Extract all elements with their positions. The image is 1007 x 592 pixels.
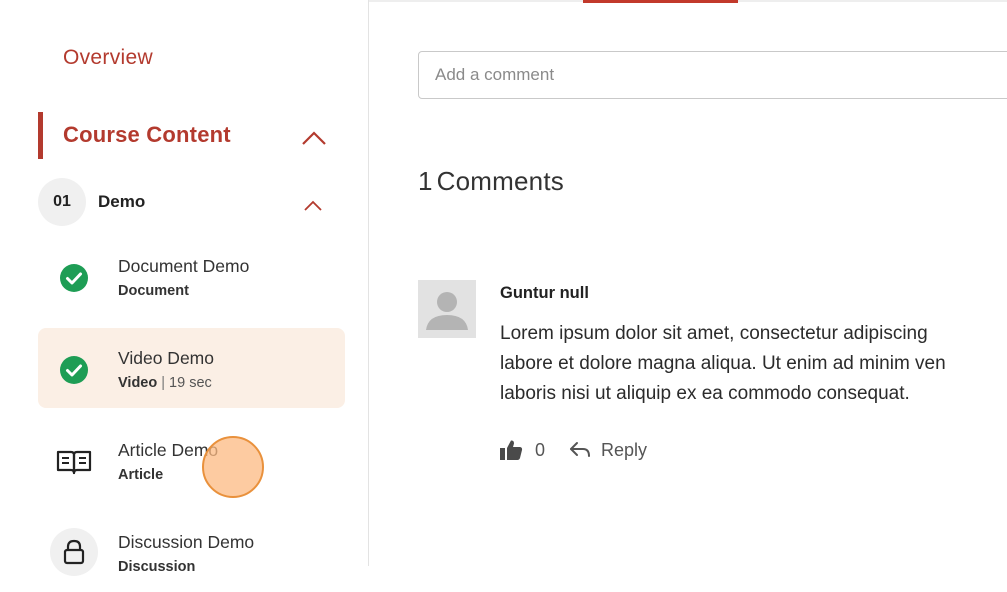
open-book-icon <box>54 442 94 482</box>
lesson-title: Video Demo <box>118 348 214 368</box>
meta-separator: | <box>161 375 170 391</box>
chevron-up-icon[interactable] <box>300 128 328 148</box>
comment-line: laboris nisi ut aliquip ex ea commodo co… <box>500 383 910 404</box>
user-placeholder-icon <box>426 292 468 330</box>
active-tab-indicator <box>583 0 738 3</box>
lesson-title: Discussion Demo <box>118 532 255 552</box>
check-circle-icon <box>54 350 94 390</box>
comments-count-heading: 1 Comments <box>418 166 564 197</box>
course-sidebar: Overview Course Content 01 Demo Document… <box>0 0 369 576</box>
add-comment-input[interactable] <box>418 51 1007 99</box>
lesson-item-article-demo[interactable]: Article Demo Article <box>38 420 345 500</box>
avatar <box>418 280 476 338</box>
comment-actions: 0 Reply <box>499 437 647 463</box>
comments-count: 1 <box>418 166 433 196</box>
like-button[interactable]: 0 <box>499 439 545 461</box>
comment-line: labore et dolore magna aliqua. Ut enim a… <box>500 353 946 374</box>
lesson-title: Document Demo <box>118 256 250 276</box>
lesson-meta: Discussion <box>118 559 195 575</box>
overview-link[interactable]: Overview <box>63 46 153 70</box>
lesson-type: Article <box>118 467 164 483</box>
reply-button[interactable]: Reply <box>569 440 647 461</box>
lesson-title: Article Demo <box>118 440 219 460</box>
thumbs-up-icon <box>500 440 523 460</box>
lesson-type: Video <box>118 375 158 391</box>
lesson-item-discussion-demo[interactable]: Discussion Demo Discussion <box>38 512 345 592</box>
lesson-duration: 19 sec <box>169 375 212 391</box>
comments-count-label: Comments <box>436 166 564 196</box>
lesson-item-document-demo[interactable]: Document Demo Document <box>38 236 345 316</box>
reply-arrow-icon <box>570 442 591 457</box>
lesson-type: Discussion <box>118 559 196 575</box>
check-circle-icon <box>54 258 94 298</box>
course-content-heading[interactable]: Course Content <box>63 122 231 148</box>
comment-line: Lorem ipsum dolor sit amet, consectetur … <box>500 323 928 344</box>
chevron-up-icon[interactable] <box>302 197 324 213</box>
lesson-type: Document <box>118 283 189 299</box>
module-title[interactable]: Demo <box>98 192 145 212</box>
lesson-meta: Document <box>118 283 189 299</box>
reply-label: Reply <box>601 439 648 460</box>
active-section-indicator <box>38 112 43 159</box>
lesson-meta: Video | 19 sec <box>118 375 212 391</box>
comment-body: Lorem ipsum dolor sit amet, consectetur … <box>500 319 1007 409</box>
comment-author: Guntur null <box>500 284 589 302</box>
lesson-item-video-demo[interactable]: Video Demo Video | 19 sec <box>38 328 345 408</box>
module-number-badge: 01 <box>38 178 86 226</box>
lock-icon <box>50 528 98 576</box>
like-count: 0 <box>535 439 546 460</box>
lesson-meta: Article <box>118 467 163 483</box>
